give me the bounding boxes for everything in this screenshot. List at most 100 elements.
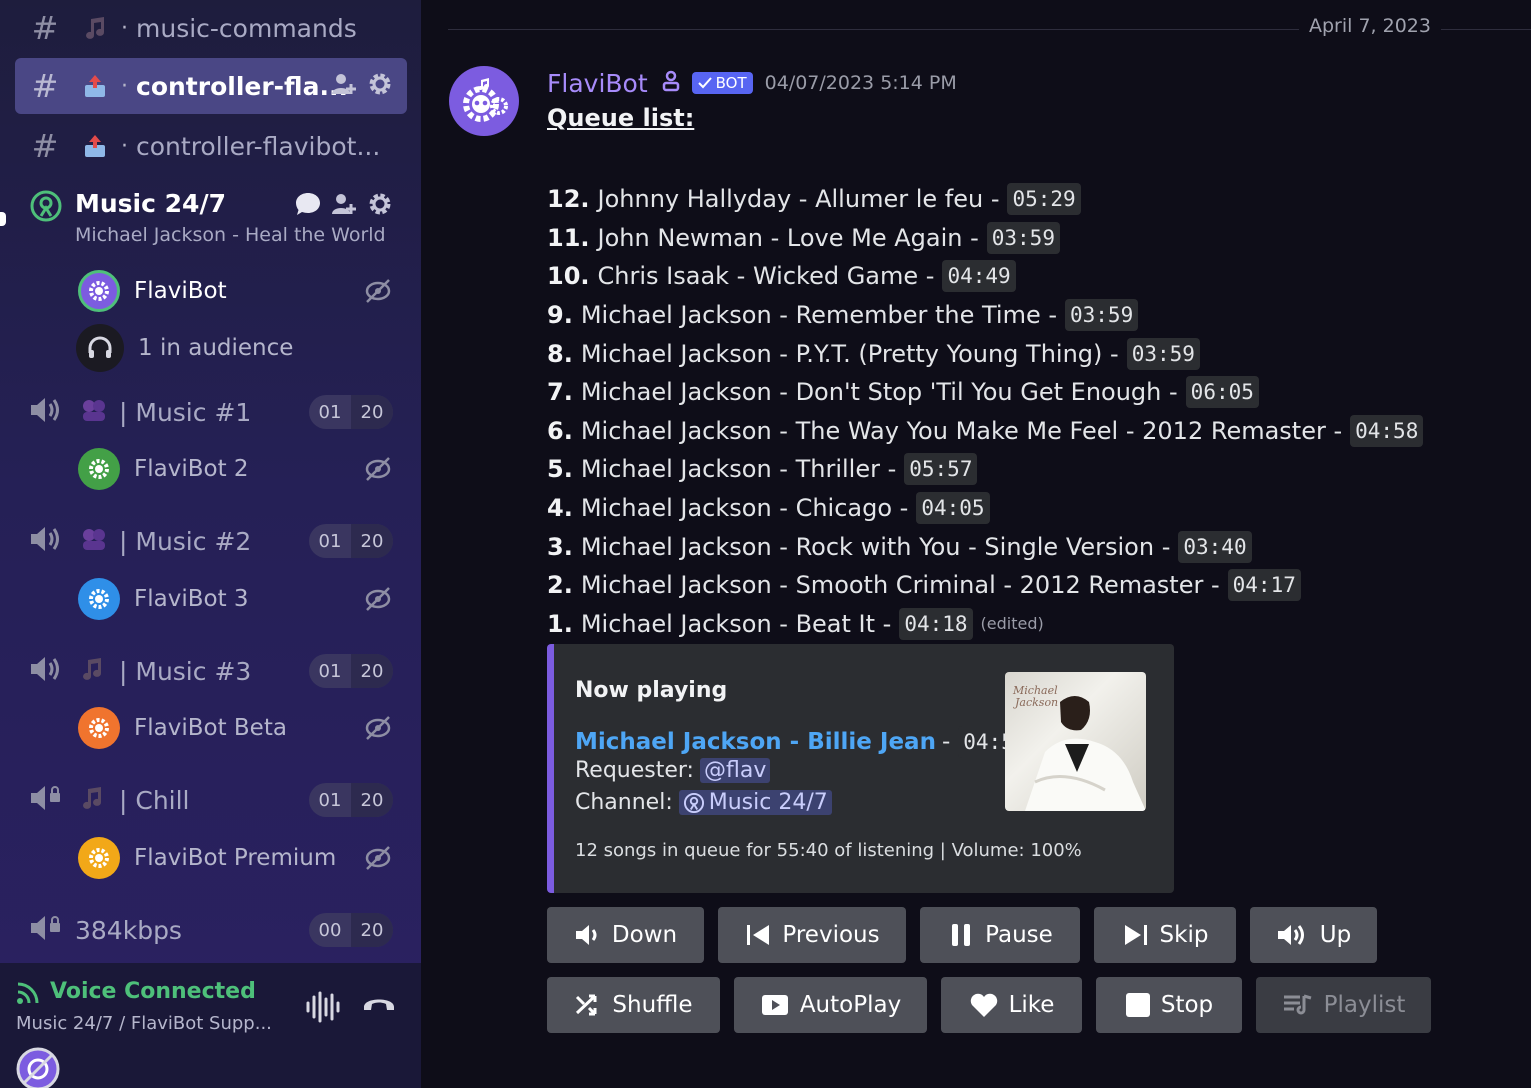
stage-channel-music-24-7[interactable]: Music 24/7 Michael Jackson - Heal the Wo… xyxy=(15,183,407,253)
role-icon xyxy=(662,70,680,96)
playlist-button[interactable]: Playlist xyxy=(1256,977,1431,1033)
channel-controller-selected[interactable]: # · controller-fla... xyxy=(15,58,407,114)
queue-track-title: Michael Jackson - Smooth Criminal - 2012… xyxy=(580,571,1220,600)
queue-item: 10. Chris Isaak - Wicked Game -04:49 xyxy=(547,257,1423,296)
shuffle-button[interactable]: Shuffle xyxy=(547,977,720,1033)
speaker-icon xyxy=(29,524,63,558)
track-link[interactable]: Michael Jackson - Billie Jean xyxy=(575,729,936,755)
volume-down-icon xyxy=(575,925,597,945)
queue-track-duration: 04:58 xyxy=(1350,414,1424,447)
music-notes-icon xyxy=(81,14,109,42)
queue-track-duration: 04:49 xyxy=(942,260,1016,293)
avatar xyxy=(78,448,120,490)
queue-track-title: Michael Jackson - P.Y.T. (Pretty Young T… xyxy=(580,339,1119,368)
outbox-tray-icon xyxy=(81,132,109,160)
voice-status-channel[interactable]: Music 24/7 / FlaviBot Supp... xyxy=(16,1013,272,1034)
channel-mention[interactable]: Music 24/7 xyxy=(678,790,832,815)
queue-track-title: Michael Jackson - Thriller - xyxy=(580,455,897,484)
user-limit-badge: 00 20 xyxy=(309,913,393,947)
queue-track-duration: 04:17 xyxy=(1227,569,1301,602)
user-mention[interactable]: @flav xyxy=(699,758,771,783)
autoplay-button[interactable]: AutoPlay xyxy=(734,977,927,1033)
channel-controller-flavibot[interactable]: # · controller-flavibot... xyxy=(15,118,407,174)
queue-item: 11. John Newman - Love Me Again -03:59 xyxy=(547,219,1423,258)
hidden-eye-icon xyxy=(364,278,392,308)
audience-count[interactable]: 1 in audience xyxy=(76,324,406,372)
voice-connection-panel: Voice Connected Music 24/7 / FlaviBot Su… xyxy=(0,963,421,1088)
user-limit-badge: 01 20 xyxy=(309,654,393,688)
channel-sidebar: # · music-commands # · controller-fla...… xyxy=(0,0,421,1088)
channel-name: controller-fla... xyxy=(136,71,348,101)
add-member-icon[interactable] xyxy=(331,191,357,221)
channel-name: music-commands xyxy=(136,13,357,43)
date-divider: April 7, 2023 xyxy=(1299,15,1441,37)
embed-footer: 12 songs in queue for 55:40 of listening… xyxy=(575,840,1082,861)
hidden-eye-icon xyxy=(364,715,392,745)
playlist-icon xyxy=(1283,994,1312,1015)
now-playing-track: Michael Jackson - Billie Jean - 04:53 xyxy=(575,726,1032,758)
voice-channel-music-3[interactable]: | Music #3 01 20 xyxy=(15,646,407,696)
queue-track-title: Michael Jackson - Don't Stop 'Til You Ge… xyxy=(580,378,1178,407)
user-avatar[interactable] xyxy=(16,1047,60,1088)
member-name: FlaviBot 2 xyxy=(134,456,249,482)
bot-avatar[interactable] xyxy=(449,66,519,136)
stage-topic: Michael Jackson - Heal the World xyxy=(75,224,386,246)
queue-item: 3. Michael Jackson - Rock with You - Sing… xyxy=(547,527,1423,566)
queue-track-title: Michael Jackson - Remember the Time - xyxy=(580,301,1057,330)
disconnect-icon[interactable] xyxy=(362,993,396,1017)
queue-track-title: John Newman - Love Me Again - xyxy=(597,223,979,252)
bot-badge: BOT xyxy=(691,72,753,94)
add-member-icon[interactable] xyxy=(331,71,357,101)
queue-position: 1. xyxy=(547,609,573,638)
voice-channel-name: | Music #3 xyxy=(119,656,252,686)
queue-track-duration: 03:40 xyxy=(1178,530,1252,563)
voice-status-title: Voice Connected xyxy=(50,979,256,1004)
channel-name: controller-flavibot... xyxy=(136,131,381,161)
queue-position: 3. xyxy=(547,532,573,561)
member-flavibot-3[interactable]: FlaviBot 3 xyxy=(78,577,408,621)
member-flavibot-premium[interactable]: FlaviBot Premium xyxy=(78,836,408,880)
queue-item: 4. Michael Jackson - Chicago -04:05 xyxy=(547,489,1423,528)
heart-icon xyxy=(970,993,997,1017)
album-art-thumbnail[interactable]: Michael Jackson xyxy=(1005,672,1146,811)
stop-button[interactable]: Stop xyxy=(1096,977,1242,1033)
user-limit-badge: 01 20 xyxy=(309,783,393,817)
autoplay-icon xyxy=(761,995,788,1015)
member-flavibot-beta[interactable]: FlaviBot Beta xyxy=(78,706,408,750)
signal-icon xyxy=(16,981,42,1009)
avatar xyxy=(78,578,120,620)
voice-channel-music-2[interactable]: | Music #2 01 20 xyxy=(15,516,407,566)
avatar xyxy=(78,837,120,879)
queue-track-title: Johnny Hallyday - Allumer le feu - xyxy=(597,185,1000,214)
shuffle-icon xyxy=(576,994,597,1016)
queue-position: 4. xyxy=(547,494,573,523)
hash-icon: # xyxy=(31,127,59,165)
voice-channel-chill[interactable]: | Chill 01 20 xyxy=(15,775,407,825)
queue-position: 5. xyxy=(547,455,573,484)
like-button[interactable]: Like xyxy=(941,977,1082,1033)
channel-music-commands[interactable]: # · music-commands xyxy=(15,0,407,56)
member-flavibot-2[interactable]: FlaviBot 2 xyxy=(78,447,408,491)
pause-button[interactable]: Pause xyxy=(920,907,1080,963)
gear-icon[interactable] xyxy=(367,191,393,221)
volume-up-button[interactable]: Up xyxy=(1250,907,1377,963)
queue-item: 1. Michael Jackson - Beat It -04:18 (edite… xyxy=(547,605,1423,644)
voice-channel-384kbps[interactable]: 384kbps 00 20 xyxy=(15,905,407,955)
skip-button[interactable]: Skip xyxy=(1094,907,1236,963)
previous-button[interactable]: Previous xyxy=(718,907,906,963)
queue-position: 2. xyxy=(547,571,573,600)
queue-position: 7. xyxy=(547,378,573,407)
embed-title: Now playing xyxy=(575,678,728,703)
author-name[interactable]: FlaviBot xyxy=(547,69,648,98)
member-name: FlaviBot Premium xyxy=(134,845,337,871)
gear-icon[interactable] xyxy=(367,71,393,101)
noise-suppression-icon[interactable] xyxy=(305,991,341,1027)
voice-channel-music-1[interactable]: | Music #1 01 20 xyxy=(15,387,407,437)
queue-title: Queue list: xyxy=(547,104,695,132)
chat-icon[interactable] xyxy=(295,191,321,221)
now-playing-embed: Now playing Michael Jackson - Billie Jea… xyxy=(547,644,1174,893)
volume-down-button[interactable]: Down xyxy=(547,907,704,963)
member-name: FlaviBot xyxy=(134,278,227,304)
queue-item: 12. Johnny Hallyday - Allumer le feu -05:… xyxy=(547,180,1423,219)
member-flavibot[interactable]: FlaviBot xyxy=(78,269,408,313)
